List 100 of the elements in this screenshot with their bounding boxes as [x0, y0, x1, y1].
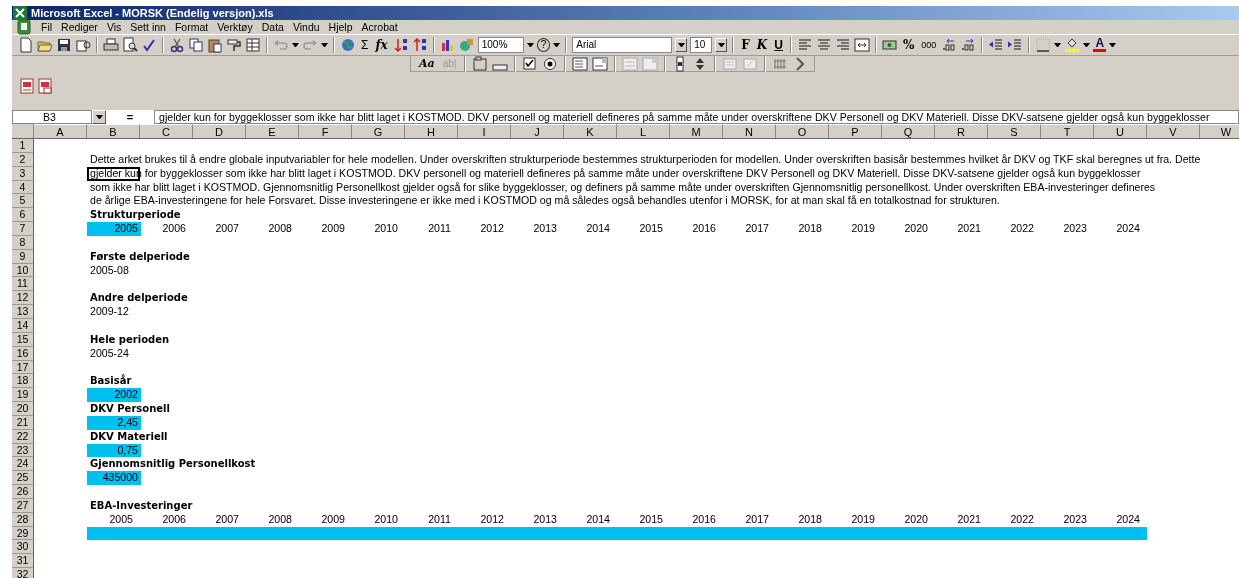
select-all-button[interactable] [12, 124, 34, 139]
row-header[interactable]: 12 [12, 291, 34, 306]
format-painter-icon[interactable] [226, 37, 242, 53]
column-header[interactable]: B [87, 124, 140, 139]
column-header[interactable]: F [299, 124, 352, 139]
combo-box-icon[interactable] [592, 55, 609, 72]
dropdown-caret-icon[interactable] [1109, 43, 1117, 47]
currency-icon[interactable] [881, 37, 898, 53]
input-cell[interactable]: 2002 [87, 388, 141, 403]
input-band[interactable] [87, 526, 1147, 541]
dropdown-caret-icon[interactable] [553, 43, 561, 47]
font-dropdown[interactable] [675, 38, 688, 52]
menu-item[interactable]: Verktøy [217, 21, 253, 33]
autosum-button[interactable]: Σ [359, 37, 371, 53]
row-header[interactable]: 5 [12, 194, 34, 209]
align-center-icon[interactable] [815, 37, 832, 53]
input-cell[interactable]: 0,75 [87, 443, 141, 458]
bold-button[interactable]: F [739, 37, 752, 53]
print-icon[interactable] [103, 37, 119, 53]
table-icon[interactable] [245, 37, 261, 53]
percent-button[interactable]: % [900, 37, 917, 53]
menu-item[interactable]: Sett inn [130, 21, 166, 33]
menu-item[interactable]: Rediger [61, 21, 98, 33]
column-header[interactable]: E [246, 124, 299, 139]
thousands-button[interactable]: 000 [919, 37, 939, 53]
column-header[interactable]: P [829, 124, 882, 139]
radio-button-icon[interactable] [542, 55, 559, 72]
column-header[interactable]: L [617, 124, 670, 139]
column-header[interactable]: V [1147, 124, 1200, 139]
column-header[interactable]: G [352, 124, 405, 139]
function-button[interactable]: fx [373, 37, 390, 53]
zoom-box[interactable]: 100% [477, 37, 524, 53]
dropdown-caret-icon[interactable] [321, 43, 328, 47]
formula-field[interactable]: gjelder kun for byggeklosser som ikke har blitt laget i KOSTMOD. DKV personell og materiell defineres på samme måte under overskriftene DKV Personell og DKV Materiell. Disse DKV-satsene gjelder også kun byggeklosser [154, 110, 1239, 124]
scissors-icon[interactable] [169, 37, 185, 53]
row-header[interactable]: 19 [12, 388, 34, 403]
column-header[interactable]: U [1094, 124, 1147, 139]
dropdown-caret-icon[interactable] [1083, 43, 1091, 47]
column-header[interactable]: W [1200, 124, 1239, 139]
menu-item[interactable]: Data [261, 21, 284, 33]
bar-chart-icon[interactable] [439, 37, 456, 53]
column-header[interactable]: H [405, 124, 458, 139]
print-preview-icon[interactable] [122, 37, 138, 53]
menu-item[interactable]: Fil [41, 21, 53, 33]
name-box[interactable]: B3 [12, 110, 92, 124]
merge-center-icon[interactable] [853, 37, 870, 53]
decrease-decimal-icon[interactable] [960, 37, 977, 53]
font-size-dropdown[interactable] [715, 38, 728, 52]
label-button[interactable]: Aa [417, 55, 437, 72]
dropdown-caret-icon[interactable] [292, 43, 299, 47]
underline-button[interactable]: U [772, 37, 785, 53]
column-header[interactable]: S [988, 124, 1041, 139]
column-header[interactable]: O [776, 124, 829, 139]
column-header[interactable]: N [723, 124, 776, 139]
column-header[interactable]: T [1041, 124, 1094, 139]
menu-item[interactable]: Acrobat [361, 21, 398, 33]
fill-color-icon[interactable] [1064, 37, 1081, 53]
row-header[interactable]: 13 [12, 305, 34, 319]
italic-button[interactable]: K [754, 37, 770, 53]
column-header[interactable]: D [193, 124, 246, 139]
column-header[interactable]: R [935, 124, 988, 139]
column-header[interactable]: M [670, 124, 723, 139]
menu-item[interactable]: Hjelp [328, 21, 353, 33]
column-header[interactable]: A [34, 124, 87, 139]
input-cell[interactable]: 2,45 [87, 415, 141, 430]
row-header[interactable]: 11 [12, 277, 34, 292]
column-header[interactable]: Q [882, 124, 935, 139]
menu-item[interactable]: Vindu [292, 21, 320, 33]
sort-ascending-icon[interactable] [392, 37, 409, 53]
row-header[interactable]: 1 [12, 139, 34, 153]
list-box-icon[interactable] [572, 55, 589, 72]
paste-icon[interactable] [207, 37, 223, 53]
column-header[interactable]: K [564, 124, 617, 139]
spelling-check-icon[interactable] [141, 37, 157, 53]
borders-icon[interactable] [1035, 37, 1052, 53]
align-left-icon[interactable] [796, 37, 813, 53]
pdf-icon[interactable] [19, 78, 35, 94]
copy-icon[interactable] [188, 37, 204, 53]
row-header[interactable]: 25 [12, 471, 34, 486]
input-cell[interactable]: 2005 [87, 222, 141, 236]
pdf-mail-icon[interactable] [37, 78, 53, 94]
new-file-icon[interactable] [18, 37, 34, 53]
font-color-button[interactable]: A [1093, 38, 1107, 52]
row-header[interactable]: 24 [12, 457, 34, 472]
column-header[interactable]: C [140, 124, 193, 139]
row-header[interactable]: 31 [12, 554, 34, 569]
row-header[interactable]: 26 [12, 485, 34, 499]
row-header[interactable]: 7 [12, 222, 34, 236]
column-header[interactable]: I [458, 124, 511, 139]
decrease-indent-icon[interactable] [988, 37, 1005, 53]
save-icon[interactable] [56, 37, 72, 53]
sort-descending-icon[interactable] [411, 37, 428, 53]
row-header[interactable]: 18 [12, 374, 34, 389]
dropdown-caret-icon[interactable] [526, 43, 534, 47]
menu-item[interactable]: Format [174, 21, 209, 33]
column-header[interactable]: J [511, 124, 564, 139]
excel-icon[interactable] [12, 5, 28, 21]
dropdown-caret-icon[interactable] [1054, 43, 1062, 47]
globe-icon[interactable] [340, 37, 356, 53]
increase-decimal-icon[interactable] [941, 37, 958, 53]
